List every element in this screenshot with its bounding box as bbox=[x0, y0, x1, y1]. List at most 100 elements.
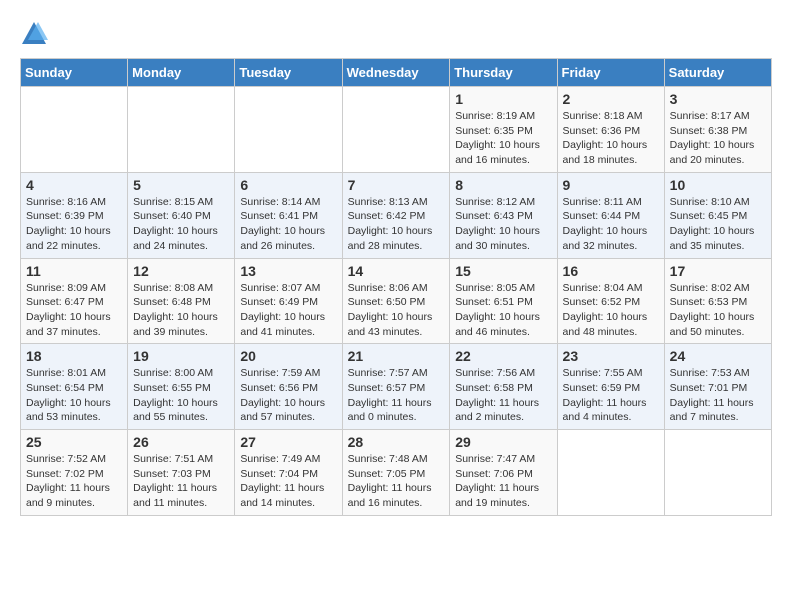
header-monday: Monday bbox=[128, 59, 235, 87]
day-info: Sunrise: 8:19 AMSunset: 6:35 PMDaylight:… bbox=[455, 109, 551, 168]
day-info: Sunrise: 8:09 AMSunset: 6:47 PMDaylight:… bbox=[26, 281, 122, 340]
day-info: Sunrise: 7:56 AMSunset: 6:58 PMDaylight:… bbox=[455, 366, 551, 425]
day-number: 6 bbox=[240, 177, 336, 193]
page-header bbox=[20, 20, 772, 48]
day-info: Sunrise: 8:06 AMSunset: 6:50 PMDaylight:… bbox=[348, 281, 445, 340]
day-info: Sunrise: 8:15 AMSunset: 6:40 PMDaylight:… bbox=[133, 195, 229, 254]
calendar-week-row: 25 Sunrise: 7:52 AMSunset: 7:02 PMDayligh… bbox=[21, 430, 772, 516]
day-number: 18 bbox=[26, 348, 122, 364]
day-info: Sunrise: 7:49 AMSunset: 7:04 PMDaylight:… bbox=[240, 452, 336, 511]
day-number: 28 bbox=[348, 434, 445, 450]
day-info: Sunrise: 8:18 AMSunset: 6:36 PMDaylight:… bbox=[563, 109, 659, 168]
day-info: Sunrise: 7:59 AMSunset: 6:56 PMDaylight:… bbox=[240, 366, 336, 425]
calendar-cell: 8 Sunrise: 8:12 AMSunset: 6:43 PMDaylight… bbox=[450, 172, 557, 258]
day-info: Sunrise: 8:01 AMSunset: 6:54 PMDaylight:… bbox=[26, 366, 122, 425]
day-number: 7 bbox=[348, 177, 445, 193]
calendar-cell: 10 Sunrise: 8:10 AMSunset: 6:45 PMDayligh… bbox=[664, 172, 771, 258]
calendar-cell: 2 Sunrise: 8:18 AMSunset: 6:36 PMDaylight… bbox=[557, 87, 664, 173]
day-info: Sunrise: 8:10 AMSunset: 6:45 PMDaylight:… bbox=[670, 195, 766, 254]
day-info: Sunrise: 8:17 AMSunset: 6:38 PMDaylight:… bbox=[670, 109, 766, 168]
calendar-cell: 22 Sunrise: 7:56 AMSunset: 6:58 PMDayligh… bbox=[450, 344, 557, 430]
calendar-cell: 15 Sunrise: 8:05 AMSunset: 6:51 PMDayligh… bbox=[450, 258, 557, 344]
calendar-table: SundayMondayTuesdayWednesdayThursdayFrid… bbox=[20, 58, 772, 516]
day-info: Sunrise: 8:05 AMSunset: 6:51 PMDaylight:… bbox=[455, 281, 551, 340]
day-number: 20 bbox=[240, 348, 336, 364]
logo-icon bbox=[20, 20, 48, 48]
day-number: 17 bbox=[670, 263, 766, 279]
calendar-cell: 17 Sunrise: 8:02 AMSunset: 6:53 PMDayligh… bbox=[664, 258, 771, 344]
calendar-cell: 4 Sunrise: 8:16 AMSunset: 6:39 PMDaylight… bbox=[21, 172, 128, 258]
day-info: Sunrise: 8:04 AMSunset: 6:52 PMDaylight:… bbox=[563, 281, 659, 340]
day-info: Sunrise: 7:47 AMSunset: 7:06 PMDaylight:… bbox=[455, 452, 551, 511]
day-info: Sunrise: 7:51 AMSunset: 7:03 PMDaylight:… bbox=[133, 452, 229, 511]
calendar-week-row: 4 Sunrise: 8:16 AMSunset: 6:39 PMDaylight… bbox=[21, 172, 772, 258]
day-info: Sunrise: 8:12 AMSunset: 6:43 PMDaylight:… bbox=[455, 195, 551, 254]
calendar-cell: 19 Sunrise: 8:00 AMSunset: 6:55 PMDayligh… bbox=[128, 344, 235, 430]
calendar-cell: 13 Sunrise: 8:07 AMSunset: 6:49 PMDayligh… bbox=[235, 258, 342, 344]
day-number: 13 bbox=[240, 263, 336, 279]
day-number: 10 bbox=[670, 177, 766, 193]
calendar-cell bbox=[342, 87, 450, 173]
calendar-cell: 21 Sunrise: 7:57 AMSunset: 6:57 PMDayligh… bbox=[342, 344, 450, 430]
day-info: Sunrise: 8:08 AMSunset: 6:48 PMDaylight:… bbox=[133, 281, 229, 340]
calendar-cell bbox=[664, 430, 771, 516]
logo bbox=[20, 20, 52, 48]
day-number: 3 bbox=[670, 91, 766, 107]
calendar-cell: 24 Sunrise: 7:53 AMSunset: 7:01 PMDayligh… bbox=[664, 344, 771, 430]
day-number: 29 bbox=[455, 434, 551, 450]
day-number: 21 bbox=[348, 348, 445, 364]
header-saturday: Saturday bbox=[664, 59, 771, 87]
calendar-cell bbox=[557, 430, 664, 516]
day-number: 15 bbox=[455, 263, 551, 279]
calendar-cell: 20 Sunrise: 7:59 AMSunset: 6:56 PMDayligh… bbox=[235, 344, 342, 430]
day-info: Sunrise: 8:11 AMSunset: 6:44 PMDaylight:… bbox=[563, 195, 659, 254]
calendar-cell bbox=[21, 87, 128, 173]
day-number: 1 bbox=[455, 91, 551, 107]
day-number: 24 bbox=[670, 348, 766, 364]
day-info: Sunrise: 8:07 AMSunset: 6:49 PMDaylight:… bbox=[240, 281, 336, 340]
day-info: Sunrise: 8:00 AMSunset: 6:55 PMDaylight:… bbox=[133, 366, 229, 425]
calendar-header-row: SundayMondayTuesdayWednesdayThursdayFrid… bbox=[21, 59, 772, 87]
day-number: 16 bbox=[563, 263, 659, 279]
calendar-week-row: 11Sunrise: 8:09 AMSunset: 6:47 PMDayligh… bbox=[21, 258, 772, 344]
day-info: Sunrise: 8:02 AMSunset: 6:53 PMDaylight:… bbox=[670, 281, 766, 340]
calendar-cell: 6Sunrise: 8:14 AMSunset: 6:41 PMDaylight… bbox=[235, 172, 342, 258]
calendar-cell: 11Sunrise: 8:09 AMSunset: 6:47 PMDayligh… bbox=[21, 258, 128, 344]
calendar-cell: 29 Sunrise: 7:47 AMSunset: 7:06 PMDayligh… bbox=[450, 430, 557, 516]
day-number: 25 bbox=[26, 434, 122, 450]
calendar-cell: 25 Sunrise: 7:52 AMSunset: 7:02 PMDayligh… bbox=[21, 430, 128, 516]
header-wednesday: Wednesday bbox=[342, 59, 450, 87]
calendar-cell: 27 Sunrise: 7:49 AMSunset: 7:04 PMDayligh… bbox=[235, 430, 342, 516]
day-info: Sunrise: 7:57 AMSunset: 6:57 PMDaylight:… bbox=[348, 366, 445, 425]
header-tuesday: Tuesday bbox=[235, 59, 342, 87]
calendar-week-row: 18 Sunrise: 8:01 AMSunset: 6:54 PMDayligh… bbox=[21, 344, 772, 430]
day-number: 12 bbox=[133, 263, 229, 279]
day-number: 8 bbox=[455, 177, 551, 193]
day-number: 26 bbox=[133, 434, 229, 450]
day-number: 19 bbox=[133, 348, 229, 364]
calendar-cell: 16 Sunrise: 8:04 AMSunset: 6:52 PMDayligh… bbox=[557, 258, 664, 344]
header-sunday: Sunday bbox=[21, 59, 128, 87]
calendar-cell: 14 Sunrise: 8:06 AMSunset: 6:50 PMDayligh… bbox=[342, 258, 450, 344]
calendar-cell bbox=[235, 87, 342, 173]
calendar-cell: 9 Sunrise: 8:11 AMSunset: 6:44 PMDaylight… bbox=[557, 172, 664, 258]
calendar-cell: 12 Sunrise: 8:08 AMSunset: 6:48 PMDayligh… bbox=[128, 258, 235, 344]
day-number: 14 bbox=[348, 263, 445, 279]
calendar-cell: 1 Sunrise: 8:19 AMSunset: 6:35 PMDaylight… bbox=[450, 87, 557, 173]
day-info: Sunrise: 7:53 AMSunset: 7:01 PMDaylight:… bbox=[670, 366, 766, 425]
calendar-cell: 26 Sunrise: 7:51 AMSunset: 7:03 PMDayligh… bbox=[128, 430, 235, 516]
day-number: 2 bbox=[563, 91, 659, 107]
calendar-cell: 28Sunrise: 7:48 AMSunset: 7:05 PMDayligh… bbox=[342, 430, 450, 516]
day-info: Sunrise: 7:52 AMSunset: 7:02 PMDaylight:… bbox=[26, 452, 122, 511]
day-number: 4 bbox=[26, 177, 122, 193]
day-info: Sunrise: 8:16 AMSunset: 6:39 PMDaylight:… bbox=[26, 195, 122, 254]
day-number: 22 bbox=[455, 348, 551, 364]
calendar-cell: 3 Sunrise: 8:17 AMSunset: 6:38 PMDaylight… bbox=[664, 87, 771, 173]
calendar-cell bbox=[128, 87, 235, 173]
day-number: 23 bbox=[563, 348, 659, 364]
calendar-cell: 23Sunrise: 7:55 AMSunset: 6:59 PMDayligh… bbox=[557, 344, 664, 430]
day-number: 27 bbox=[240, 434, 336, 450]
calendar-cell: 5Sunrise: 8:15 AMSunset: 6:40 PMDaylight… bbox=[128, 172, 235, 258]
header-friday: Friday bbox=[557, 59, 664, 87]
day-number: 9 bbox=[563, 177, 659, 193]
